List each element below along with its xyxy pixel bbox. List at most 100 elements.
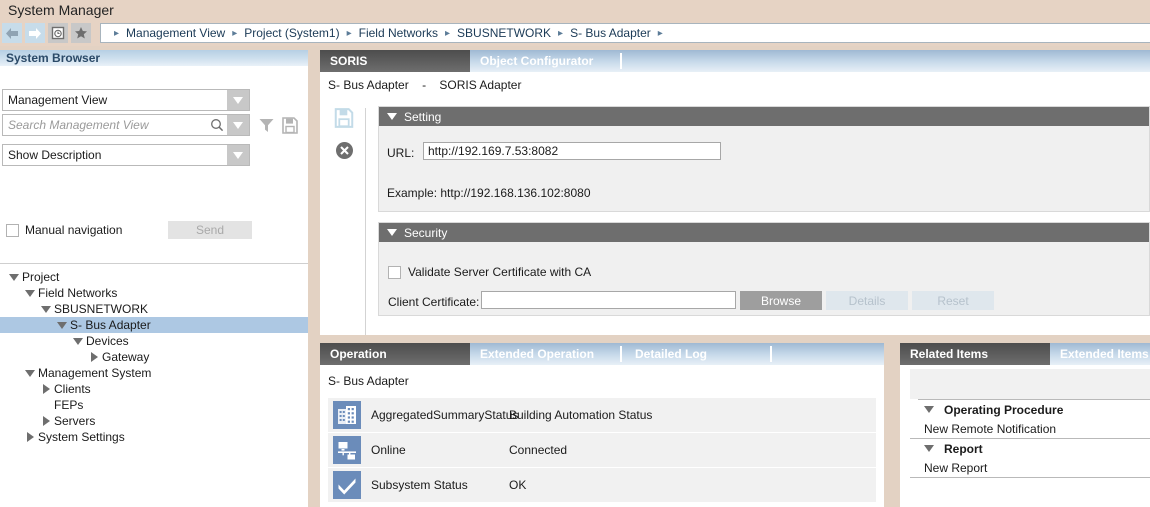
tree-item-label: Clients (54, 382, 91, 396)
setting-section: Setting URL: http://192.169.7.53:8082 Ex… (378, 106, 1150, 212)
tree-item-s-bus-adapter[interactable]: S- Bus Adapter (0, 317, 308, 333)
manual-navigation-row[interactable]: Manual navigation (6, 223, 122, 237)
breadcrumb-item-0[interactable]: Management View (126, 26, 225, 40)
search-input[interactable]: Search Management View (3, 118, 207, 132)
table-row[interactable]: AggregatedSummaryStatus Building Automat… (328, 398, 876, 432)
chevron-down-icon[interactable] (924, 445, 934, 452)
tree-item-servers[interactable]: Servers (0, 413, 308, 429)
related-item[interactable]: New Report (910, 458, 1150, 477)
chevron-down-icon[interactable] (924, 406, 934, 413)
recent-history-button[interactable] (48, 23, 68, 43)
related-item[interactable]: New Remote Notification (910, 419, 1150, 438)
chevron-down-icon[interactable] (22, 290, 38, 297)
forward-button[interactable] (25, 23, 45, 43)
chevron-down-icon[interactable] (70, 338, 86, 345)
related-item-label: New Remote Notification (924, 422, 1056, 436)
filter-button[interactable] (258, 117, 275, 137)
collapse-chevron-icon[interactable] (387, 229, 397, 236)
tree-item-sbusnetwork[interactable]: SBUSNETWORK (0, 301, 308, 317)
validate-certificate-label: Validate Server Certificate with CA (408, 265, 591, 279)
tab-soris[interactable]: SORIS (320, 50, 470, 72)
breadcrumb-item-1[interactable]: Project (System1) (244, 26, 339, 40)
tab-detailed-log[interactable]: Detailed Log (625, 343, 775, 365)
save-disk-icon (282, 123, 298, 137)
security-section: Security Validate Server Certificate wit… (378, 222, 1150, 316)
checkmark-icon (333, 471, 361, 499)
tab-operation[interactable]: Operation (320, 343, 470, 365)
related-group-header[interactable]: Operating Procedure (910, 400, 1150, 419)
breadcrumb-separator: ▸ (658, 28, 663, 39)
breadcrumb-separator: ▸ (114, 28, 119, 39)
title-bar: System Manager (0, 0, 1150, 22)
application-window: System Manager (0, 0, 1150, 507)
system-browser-panel: System Browser Management View Search Ma… (0, 50, 308, 507)
chevron-down-icon[interactable] (6, 274, 22, 281)
tree-item-management-system[interactable]: Management System (0, 365, 308, 381)
tree-item-clients[interactable]: Clients (0, 381, 308, 397)
view-select[interactable]: Management View (2, 89, 250, 111)
send-button[interactable]: Send (168, 221, 252, 239)
operation-subtitle: S- Bus Adapter (328, 374, 409, 388)
chevron-right-icon[interactable] (86, 352, 102, 362)
search-magnifier-icon[interactable] (207, 118, 227, 132)
description-select[interactable]: Show Description (2, 144, 250, 166)
favorite-button[interactable] (71, 23, 91, 43)
browse-button[interactable]: Browse (740, 291, 822, 310)
table-row[interactable]: Subsystem Status OK (328, 468, 876, 502)
operation-panel: Operation Extended Operation Detailed Lo… (320, 343, 884, 507)
save-button[interactable] (334, 108, 354, 131)
breadcrumb-item-2[interactable]: Field Networks (359, 26, 438, 40)
panel-gutter-middle (884, 343, 900, 507)
related-items-list: Operating Procedure New Remote Notificati… (910, 400, 1150, 478)
tab-divider (620, 53, 622, 69)
chevron-right-icon[interactable] (38, 384, 54, 394)
forward-arrow-icon (27, 27, 43, 40)
chevron-right-icon[interactable] (38, 416, 54, 426)
operation-tab-bar: Operation Extended Operation Detailed Lo… (320, 343, 884, 365)
collapse-chevron-icon[interactable] (387, 113, 397, 120)
chevron-down-icon[interactable] (227, 145, 249, 165)
tab-extended-items[interactable]: Extended Items (1050, 343, 1150, 365)
tab-object-configurator[interactable]: Object Configurator (470, 50, 620, 72)
tree-item-devices[interactable]: Devices (0, 333, 308, 349)
back-button[interactable] (2, 23, 22, 43)
tree-item-system-settings[interactable]: System Settings (0, 429, 308, 445)
security-section-header[interactable]: Security (379, 223, 1149, 242)
related-toolbar (910, 369, 1150, 399)
validate-certificate-checkbox[interactable] (388, 266, 401, 279)
related-group-header[interactable]: Report (910, 439, 1150, 458)
search-input-wrap[interactable]: Search Management View (2, 114, 250, 136)
tab-divider (770, 346, 772, 362)
view-select-value: Management View (3, 93, 227, 107)
tree-item-feps[interactable]: FEPs (0, 397, 308, 413)
chevron-down-icon[interactable] (54, 322, 70, 329)
breadcrumb-separator: ▸ (347, 28, 352, 39)
chevron-right-icon[interactable] (22, 432, 38, 442)
system-browser-tree: ProjectField NetworksSBUSNETWORKS- Bus A… (0, 269, 308, 445)
url-input[interactable]: http://192.169.7.53:8082 (423, 142, 721, 160)
table-row[interactable]: Online Connected (328, 433, 876, 467)
tree-item-project[interactable]: Project (0, 269, 308, 285)
client-certificate-input[interactable] (481, 291, 736, 309)
network-online-icon (333, 436, 361, 464)
search-options-chevron-icon[interactable] (227, 115, 249, 135)
tree-item-gateway[interactable]: Gateway (0, 349, 308, 365)
breadcrumb-item-4[interactable]: S- Bus Adapter (570, 26, 651, 40)
save-search-button[interactable] (282, 117, 298, 137)
window-title: System Manager (8, 2, 114, 18)
panel-gutter-vertical (308, 46, 320, 507)
chevron-down-icon[interactable] (22, 370, 38, 377)
tab-related-items[interactable]: Related Items (900, 343, 1050, 365)
setting-section-header[interactable]: Setting (379, 107, 1149, 126)
tree-item-field-networks[interactable]: Field Networks (0, 285, 308, 301)
chevron-down-icon[interactable] (38, 306, 54, 313)
validate-certificate-row[interactable]: Validate Server Certificate with CA (388, 265, 591, 279)
cancel-button[interactable] (335, 141, 354, 163)
chevron-down-icon[interactable] (227, 90, 249, 110)
breadcrumb-item-3[interactable]: SBUSNETWORK (457, 26, 551, 40)
tab-extended-operation[interactable]: Extended Operation (470, 343, 620, 365)
manual-navigation-checkbox[interactable] (6, 224, 19, 237)
context-object-name: S- Bus Adapter (328, 78, 409, 92)
breadcrumb[interactable]: ▸ Management View ▸ Project (System1) ▸ … (100, 23, 1150, 43)
breadcrumb-separator: ▸ (558, 28, 563, 39)
